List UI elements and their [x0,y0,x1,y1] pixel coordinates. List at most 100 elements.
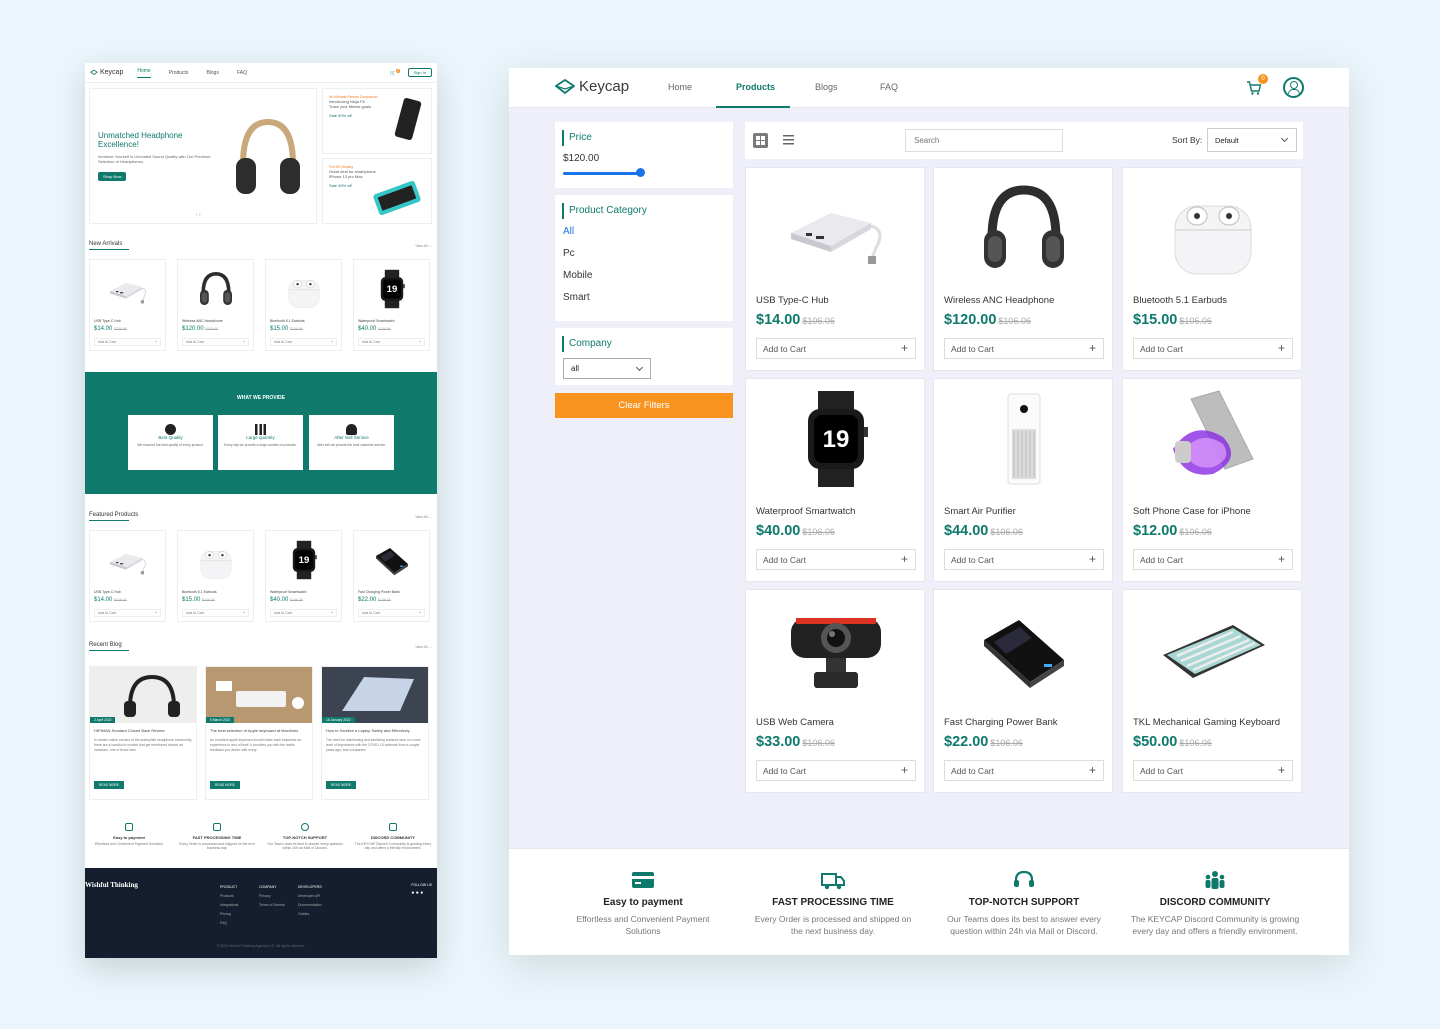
mini-view-all-link[interactable]: View All → [415,244,432,248]
mini-nav-faq[interactable]: FAQ [237,70,247,76]
mini-footer-link[interactable]: Documentation [298,903,322,907]
sort-select[interactable]: Default [1207,128,1297,152]
mini-product-card[interactable]: USB Type-C Hub $14.00 $106.06 Add to Cart + [89,259,166,351]
product-image[interactable] [934,590,1114,715]
mini-product-name[interactable]: Fast Charging Power Bank [358,590,400,594]
product-name[interactable]: Bluetooth 5.1 Earbuds [1133,295,1227,306]
add-to-cart-button[interactable]: Add to Cart + [1133,760,1293,781]
mini-add-to-cart-button[interactable]: Add to Cart + [182,338,249,346]
add-to-cart-button[interactable]: Add to Cart + [756,549,916,570]
price-slider-track[interactable] [563,172,641,175]
search-input[interactable] [905,129,1063,152]
mini-add-to-cart-button[interactable]: Add to Cart + [270,338,337,346]
grid-view-icon[interactable] [753,133,768,148]
mini-product-card[interactable]: 19 Waterproof Smartwatch $40.00 $106.06 Add… [265,530,342,622]
product-image[interactable] [746,168,926,293]
product-card[interactable]: Smart Air Purifier $44.00 $106.06 Add to Ca… [933,378,1113,582]
nav-home[interactable]: Home [668,82,692,92]
add-to-cart-button[interactable]: Add to Cart + [756,760,916,781]
company-select[interactable]: all [563,358,651,379]
product-card[interactable]: Wireless ANC Headphone $120.00 $106.06 Add … [933,167,1113,371]
mini-footer-link[interactable]: Integrations [220,903,238,907]
mini-shop-now-button[interactable]: Shop Now [98,172,127,181]
mini-nav-blogs[interactable]: Blogs [206,70,219,76]
category-smart[interactable]: Smart [563,292,590,303]
product-name[interactable]: USB Type-C Hub [756,295,829,306]
mini-promo-smartphone[interactable]: Full HD Display Great deal for smartphon… [322,158,432,224]
mini-carousel-arrows[interactable]: ‹ › [196,212,201,218]
clear-filters-button[interactable]: Clear Filters [555,393,733,418]
product-name[interactable]: USB Web Camera [756,717,834,728]
mini-add-to-cart-button[interactable]: Add to Cart + [358,609,425,617]
list-view-icon[interactable] [783,135,794,145]
product-image[interactable] [746,590,926,715]
product-name[interactable]: Waterproof Smartwatch [756,506,855,517]
category-all[interactable]: All [563,226,574,237]
mini-view-all-featured[interactable]: View All → [415,515,432,519]
mini-footer-link[interactable]: Guides [298,912,309,916]
mini-product-name[interactable]: Waterproof Smartwatch [358,319,395,323]
product-card[interactable]: 19 Waterproof Smartwatch $40.00 $106.06 Add … [745,378,925,582]
brand-logo[interactable]: Keycap [555,78,629,95]
category-mobile[interactable]: Mobile [563,270,592,281]
mini-logo[interactable]: Keycap [90,69,123,76]
nav-faq[interactable]: FAQ [880,82,898,92]
mini-read-more-button[interactable]: READ MORE [94,781,124,789]
mini-read-more-button[interactable]: READ MORE [210,781,240,789]
mini-product-card[interactable]: USB Type-C Hub $14.00 $106.06 Add to Cart + [89,530,166,622]
mini-product-name[interactable]: Bluetooth 5.1 Earbuds [270,319,305,323]
product-image[interactable] [1123,168,1303,293]
mini-add-to-cart-button[interactable]: Add to Cart + [270,609,337,617]
product-name[interactable]: Fast Charging Power Bank [944,717,1058,728]
product-image[interactable] [934,379,1114,504]
add-to-cart-button[interactable]: Add to Cart + [1133,549,1293,570]
product-image[interactable] [1123,379,1303,504]
product-card[interactable]: USB Type-C Hub $14.00 $106.06 Add to Cart + [745,167,925,371]
mini-add-to-cart-button[interactable]: Add to Cart + [94,609,161,617]
mini-product-card[interactable]: Bluetooth 5.1 Earbuds $15.00 $106.06 Add t… [177,530,254,622]
mini-product-name[interactable]: USB Type-C Hub [94,319,121,323]
product-card[interactable]: TKL Mechanical Gaming Keyboard $50.00 $106… [1122,589,1302,793]
product-card[interactable]: Fast Charging Power Bank $22.00 $106.06 Add… [933,589,1113,793]
product-name[interactable]: Soft Phone Case for iPhone [1133,506,1251,517]
mini-add-to-cart-button[interactable]: Add to Cart + [358,338,425,346]
mini-product-name[interactable]: USB Type-C Hub [94,590,121,594]
product-name[interactable]: Smart Air Purifier [944,506,1016,517]
mini-product-card[interactable]: Fast Charging Power Bank $22.00 $106.06 Ad… [353,530,430,622]
nav-products[interactable]: Products [736,82,775,92]
mini-add-to-cart-button[interactable]: Add to Cart + [182,609,249,617]
product-card[interactable]: Soft Phone Case for iPhone $12.00 $106.06 A… [1122,378,1302,582]
mini-signin-button[interactable]: Sign In [407,68,432,77]
mini-product-name[interactable]: Waterproof Smartwatch [270,590,307,594]
mini-footer-link[interactable]: Privacy [259,894,270,898]
mini-read-more-button[interactable]: READ MORE [326,781,356,789]
category-pc[interactable]: Pc [563,248,575,259]
mini-product-card[interactable]: Wireless ANC Headphone $120.00 $106.06 Add… [177,259,254,351]
add-to-cart-button[interactable]: Add to Cart + [944,338,1104,359]
mini-product-card[interactable]: Bluetooth 5.1 Earbuds $15.00 $106.06 Add t… [265,259,342,351]
mini-product-name[interactable]: Bluetooth 5.1 Earbuds [182,590,217,594]
mini-cart-icon[interactable]: 🛒0 [390,68,400,76]
product-card[interactable]: Bluetooth 5.1 Earbuds $15.00 $106.06 Add to… [1122,167,1302,371]
mini-footer-link[interactable]: Products [220,894,234,898]
add-to-cart-button[interactable]: Add to Cart + [756,338,916,359]
mini-footer-link[interactable]: Pricing [220,912,231,916]
mini-add-to-cart-button[interactable]: Add to Cart + [94,338,161,346]
mini-nav-home[interactable]: Home [137,68,151,78]
nav-blogs[interactable]: Blogs [815,82,838,92]
mini-footer-link[interactable]: Developer API [298,894,320,898]
mini-product-name[interactable]: Wireless ANC Headphone [182,319,223,323]
add-to-cart-button[interactable]: Add to Cart + [944,760,1104,781]
product-image[interactable] [1123,590,1303,715]
mini-footer-link[interactable]: FAQ [220,921,227,925]
mini-view-all-blog[interactable]: View All → [415,645,432,649]
product-image[interactable] [934,168,1114,293]
mini-nav-products[interactable]: Products [169,70,189,76]
add-to-cart-button[interactable]: Add to Cart + [944,549,1104,570]
add-to-cart-button[interactable]: Add to Cart + [1133,338,1293,359]
product-image[interactable]: 19 [746,379,926,504]
user-account-icon[interactable] [1283,77,1304,98]
mini-promo-fitness[interactable]: Its Ultimate Fitness Companion Introduci… [322,88,432,154]
mini-footer-link[interactable]: Terms of Service [259,903,285,907]
social-icons[interactable]: ● ● ● [411,890,423,896]
